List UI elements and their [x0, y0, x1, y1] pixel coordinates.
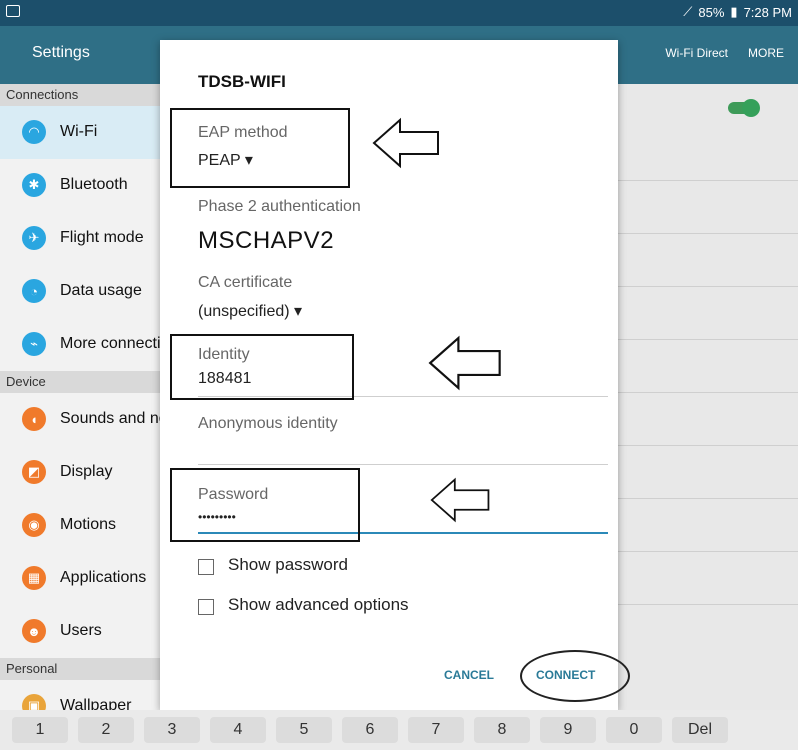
sidebar-item-label: Wi-Fi: [60, 123, 98, 140]
key-2[interactable]: 2: [78, 717, 134, 743]
status-right: ⟋ 85% ▮ 7:28 PM: [683, 4, 792, 20]
sidebar-item-label: Flight mode: [60, 229, 144, 246]
arrow-left-icon: [372, 117, 439, 169]
key-1[interactable]: 1: [12, 717, 68, 743]
sidebar-item-label: Bluetooth: [60, 176, 128, 193]
anonymous-underline: [198, 464, 608, 465]
eap-highlight-box: [170, 108, 350, 188]
arrow-left-icon: [430, 477, 490, 523]
more-button[interactable]: MORE: [748, 46, 784, 60]
data-usage-icon: ◔: [22, 279, 46, 303]
key-6[interactable]: 6: [342, 717, 398, 743]
key-7[interactable]: 7: [408, 717, 464, 743]
show-password-checkbox[interactable]: [198, 559, 214, 575]
wifi-icon: ◠: [22, 120, 46, 144]
keyboard-row: 1 2 3 4 5 6 7 8 9 0 Del: [0, 710, 798, 750]
show-advanced-checkbox[interactable]: [198, 599, 214, 615]
anonymous-identity-input[interactable]: Anonymous identity: [198, 415, 338, 433]
dialog-title: TDSB-WIFI: [198, 72, 286, 91]
key-0[interactable]: 0: [606, 717, 662, 743]
password-highlight-box: [170, 468, 360, 542]
sidebar-item-label: Applications: [60, 569, 147, 586]
battery-label: 85%: [698, 4, 725, 20]
bluetooth-icon: ✱: [22, 173, 46, 197]
show-advanced-label: Show advanced options: [228, 595, 409, 614]
wifi-direct-button[interactable]: Wi-Fi Direct: [665, 46, 728, 60]
app-actions: Wi-Fi Direct MORE: [665, 46, 784, 60]
wifi-toggle[interactable]: [728, 99, 760, 117]
show-password-label: Show password: [228, 555, 349, 574]
sidebar-item-label: Data usage: [60, 282, 142, 299]
display-icon: ◩: [22, 460, 46, 484]
motions-icon: ◉: [22, 513, 46, 537]
ca-certificate-label: CA certificate: [198, 274, 293, 291]
key-delete[interactable]: Del: [672, 717, 728, 743]
ca-certificate-select[interactable]: (unspecified) ▾: [198, 301, 302, 321]
key-8[interactable]: 8: [474, 717, 530, 743]
speaker-icon: ◖: [22, 407, 46, 431]
users-icon: ☻: [22, 619, 46, 643]
cancel-button[interactable]: CANCEL: [444, 668, 494, 682]
key-9[interactable]: 9: [540, 717, 596, 743]
phase2-label: Phase 2 authentication: [198, 198, 361, 215]
signal-icon: ⟋: [683, 4, 693, 19]
connect-highlight-circle: [520, 650, 630, 702]
screenshot-icon: [6, 5, 20, 17]
identity-highlight-box: [170, 334, 354, 400]
airplane-icon: ✈: [22, 226, 46, 250]
time-label: 7:28 PM: [743, 4, 792, 20]
sidebar-item-label: Motions: [60, 516, 117, 533]
key-3[interactable]: 3: [144, 717, 200, 743]
app-title: Settings: [32, 44, 90, 61]
phase2-value[interactable]: MSCHAPV2: [198, 227, 334, 255]
status-bar: ⟋ 85% ▮ 7:28 PM: [0, 0, 798, 26]
sidebar-item-label: Users: [60, 622, 102, 639]
battery-icon: ▮: [730, 4, 738, 19]
applications-icon: ▦: [22, 566, 46, 590]
key-4[interactable]: 4: [210, 717, 266, 743]
arrow-left-icon: [428, 335, 501, 391]
sidebar-item-label: Display: [60, 463, 113, 480]
key-5[interactable]: 5: [276, 717, 332, 743]
more-connections-icon: ⌁: [22, 332, 46, 356]
